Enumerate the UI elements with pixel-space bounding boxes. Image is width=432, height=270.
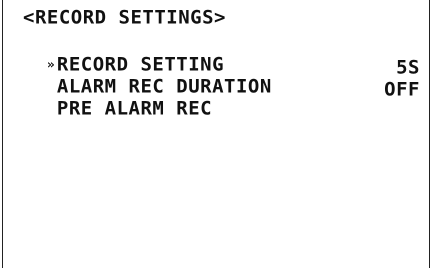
- menu-item-alarm-rec-duration[interactable]: ALARM REC DURATION: [33, 58, 272, 96]
- menu-item-record-setting[interactable]: » RECORD SETTING: [23, 36, 224, 74]
- menu-item-label: PRE ALARM REC: [56, 98, 213, 120]
- pre-alarm-rec-value[interactable]: OFF: [384, 80, 420, 99]
- menu-item-pre-alarm-rec[interactable]: PRE ALARM REC: [33, 80, 212, 118]
- alarm-rec-duration-value[interactable]: 5S: [396, 58, 420, 77]
- menu-title: <RECORD SETTINGS>: [23, 7, 226, 29]
